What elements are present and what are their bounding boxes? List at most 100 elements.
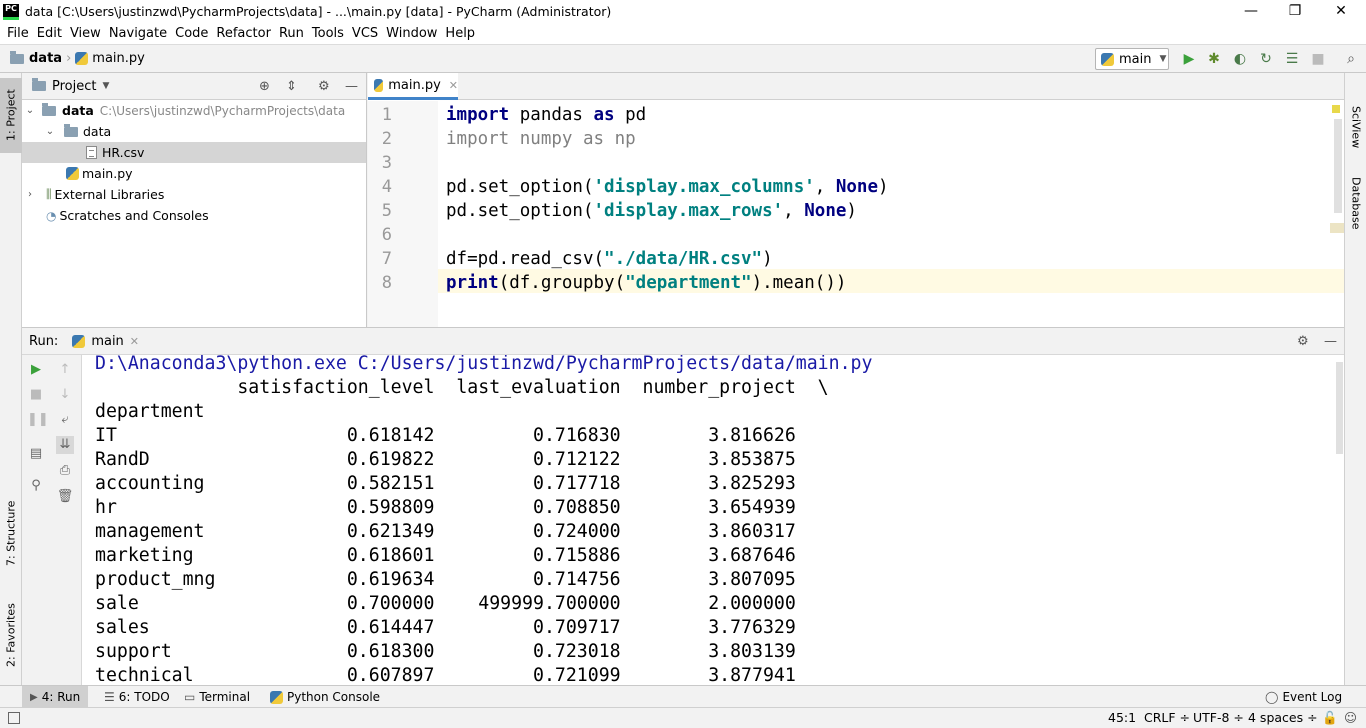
run-tab-main[interactable]: main bbox=[91, 334, 123, 349]
layout-toggle-icon[interactable] bbox=[8, 712, 20, 724]
python-icon bbox=[1101, 52, 1114, 66]
tree-item-label: data bbox=[83, 124, 112, 139]
menu-navigate[interactable]: Navigate bbox=[105, 26, 171, 41]
chevron-down-icon[interactable]: ⌄ bbox=[24, 105, 36, 116]
console-line: management 0.621349 0.724000 3.860317 bbox=[95, 521, 796, 542]
chevron-down-icon[interactable]: ⌄ bbox=[44, 126, 56, 137]
tree-item-hr-csv[interactable]: HR.csv bbox=[22, 142, 366, 163]
pause-icon[interactable]: ❚❚ bbox=[27, 411, 49, 429]
run-icon[interactable]: ▶ bbox=[1180, 50, 1198, 68]
run-panel-header: Run: main ✕ ⚙ — bbox=[22, 328, 1344, 355]
console-scrollbar[interactable] bbox=[1336, 362, 1343, 454]
locate-icon[interactable]: ⊕ bbox=[259, 79, 270, 94]
run-panel-label: Run: bbox=[29, 333, 59, 349]
print-icon[interactable]: ⎙ bbox=[56, 462, 74, 480]
minimize-button[interactable]: — bbox=[1228, 0, 1274, 23]
tree-item-data-folder[interactable]: ⌄ data bbox=[22, 121, 366, 142]
gear-icon[interactable]: ⚙ bbox=[1297, 334, 1309, 349]
indent-setting[interactable]: 4 spaces ÷ bbox=[1248, 710, 1318, 725]
project-tool-tab[interactable]: 1: Project bbox=[0, 78, 22, 153]
trash-icon[interactable]: 🗑 bbox=[56, 488, 74, 506]
search-icon[interactable]: ⌕ bbox=[1342, 50, 1360, 68]
menu-file[interactable]: File bbox=[3, 26, 33, 41]
favorites-tool-tab[interactable]: 2: Favorites bbox=[0, 593, 22, 678]
close-button[interactable]: ✕ bbox=[1318, 0, 1364, 23]
stop-icon[interactable]: ■ bbox=[1309, 50, 1327, 68]
stop-icon[interactable]: ■ bbox=[27, 386, 45, 404]
editor-scrollbar[interactable] bbox=[1334, 119, 1342, 213]
profile-icon[interactable]: ↻ bbox=[1257, 50, 1275, 68]
scratches-icon: ◔ bbox=[46, 208, 57, 223]
caret-position[interactable]: 45:1 bbox=[1108, 710, 1136, 725]
event-log-button[interactable]: ◯ Event Log bbox=[1257, 686, 1350, 708]
maximize-button[interactable]: ❐ bbox=[1272, 0, 1318, 23]
sciview-tool-label: SciView bbox=[1349, 105, 1363, 149]
run-configuration-select[interactable]: main ▼ bbox=[1095, 48, 1169, 70]
menu-tools[interactable]: Tools bbox=[308, 26, 348, 41]
event-log-label: Event Log bbox=[1282, 690, 1343, 704]
console-line: product_mng 0.619634 0.714756 3.807095 bbox=[95, 569, 796, 590]
code-line: pd.set_option('display.max_rows', None) bbox=[446, 201, 857, 221]
bottom-tool-strip: ▶ 4: Run ☰ 6: TODO ▭ Terminal Python Consol… bbox=[0, 685, 1366, 708]
hide-icon[interactable]: — bbox=[345, 79, 358, 94]
menu-view[interactable]: View bbox=[66, 26, 105, 41]
editor-marker bbox=[1330, 223, 1344, 233]
console-output[interactable]: D:\Anaconda3\python.exe C:/Users/justinz… bbox=[95, 355, 1335, 686]
python-console-tool-button[interactable]: Python Console bbox=[262, 686, 388, 708]
breadcrumb-file[interactable]: main.py bbox=[92, 51, 145, 66]
project-panel-title[interactable]: Project bbox=[52, 79, 96, 94]
structure-tool-tab[interactable]: 7: Structure bbox=[0, 491, 22, 576]
lock-icon[interactable]: 🔓 bbox=[1322, 710, 1338, 726]
breadcrumb-project[interactable]: data bbox=[29, 51, 62, 66]
coverage-icon[interactable]: ◐ bbox=[1231, 50, 1249, 68]
tree-item-path: C:\Users\justinzwd\PycharmProjects\data bbox=[99, 103, 346, 118]
debug-icon[interactable]: ✱ bbox=[1205, 50, 1223, 68]
rerun-icon[interactable]: ▶ bbox=[27, 361, 45, 379]
inspector-icon[interactable]: ☺ bbox=[1344, 710, 1357, 725]
line-separator[interactable]: CRLF ÷ bbox=[1144, 710, 1190, 725]
chevron-right-icon[interactable]: › bbox=[24, 189, 36, 200]
project-panel-header: Project ▼ ⊕ ⇕ ⚙ — bbox=[22, 73, 366, 100]
menu-run[interactable]: Run bbox=[275, 26, 308, 41]
menu-edit[interactable]: Edit bbox=[33, 26, 66, 41]
scroll-up-icon[interactable]: ↑ bbox=[56, 361, 74, 379]
tree-item-scratches[interactable]: ◔ Scratches and Consoles bbox=[22, 205, 366, 226]
tree-item-label: Scratches and Consoles bbox=[59, 208, 209, 223]
project-tool-label: 1: Project bbox=[4, 89, 18, 142]
gear-icon[interactable]: ⚙ bbox=[318, 79, 330, 94]
editor-tab-main-py[interactable]: main.py ✕ bbox=[368, 73, 458, 100]
menu-window[interactable]: Window bbox=[382, 26, 441, 41]
hide-icon[interactable]: — bbox=[1324, 334, 1337, 349]
run-panel: Run: main ✕ ⚙ — ▶ ↑ ■ ↓ ❚❚ ⤶ ⇊ ▤ ⎙ ⚲ 🗑 D… bbox=[22, 327, 1344, 686]
sciview-tool-tab[interactable]: SciView bbox=[1345, 97, 1366, 157]
favorites-tool-label: 2: Favorites bbox=[4, 603, 18, 668]
menu-refactor[interactable]: Refactor bbox=[212, 26, 275, 41]
collapse-icon[interactable]: ⇕ bbox=[286, 79, 297, 94]
tree-item-main-py[interactable]: main.py bbox=[22, 163, 366, 184]
menu-vcs[interactable]: VCS bbox=[348, 26, 382, 41]
soft-wrap-icon[interactable]: ⤶ bbox=[56, 411, 74, 429]
tree-item-project-root[interactable]: ⌄ data C:\Users\justinzwd\PycharmProject… bbox=[22, 100, 366, 121]
scroll-to-end-icon[interactable]: ⇊ bbox=[56, 436, 74, 454]
close-tab-icon[interactable]: ✕ bbox=[449, 79, 458, 92]
close-tab-icon[interactable]: ✕ bbox=[130, 335, 139, 348]
code-line: import numpy as np bbox=[446, 129, 636, 149]
status-bar: 45:1 CRLF ÷ UTF-8 ÷ 4 spaces ÷ 🔓 ☺ bbox=[0, 707, 1366, 728]
database-tool-tab[interactable]: Database bbox=[1345, 168, 1366, 238]
run-tool-button[interactable]: ▶ 4: Run bbox=[22, 686, 89, 708]
todo-tool-button[interactable]: ☰ 6: TODO bbox=[96, 686, 178, 708]
console-line: support 0.618300 0.723018 3.803139 bbox=[95, 641, 796, 662]
menu-code[interactable]: Code bbox=[171, 26, 212, 41]
layout-icon[interactable]: ▤ bbox=[27, 445, 45, 463]
pin-icon[interactable]: ⚲ bbox=[27, 477, 45, 495]
scroll-down-icon[interactable]: ↓ bbox=[56, 386, 74, 404]
menu-help[interactable]: Help bbox=[441, 26, 479, 41]
tree-item-external-libraries[interactable]: › ⫼ External Libraries bbox=[22, 184, 366, 205]
line-number-gutter: 1 2 3 4 5 6 7 8 bbox=[368, 101, 438, 327]
inspection-status-icon[interactable] bbox=[1332, 105, 1340, 113]
concurrency-icon[interactable]: ☰ bbox=[1283, 50, 1301, 68]
file-encoding[interactable]: UTF-8 ÷ bbox=[1193, 710, 1244, 725]
chevron-down-icon[interactable]: ▼ bbox=[102, 81, 109, 91]
console-command-line: D:\Anaconda3\python.exe C:/Users/justinz… bbox=[95, 355, 873, 374]
terminal-tool-button[interactable]: ▭ Terminal bbox=[176, 686, 258, 708]
